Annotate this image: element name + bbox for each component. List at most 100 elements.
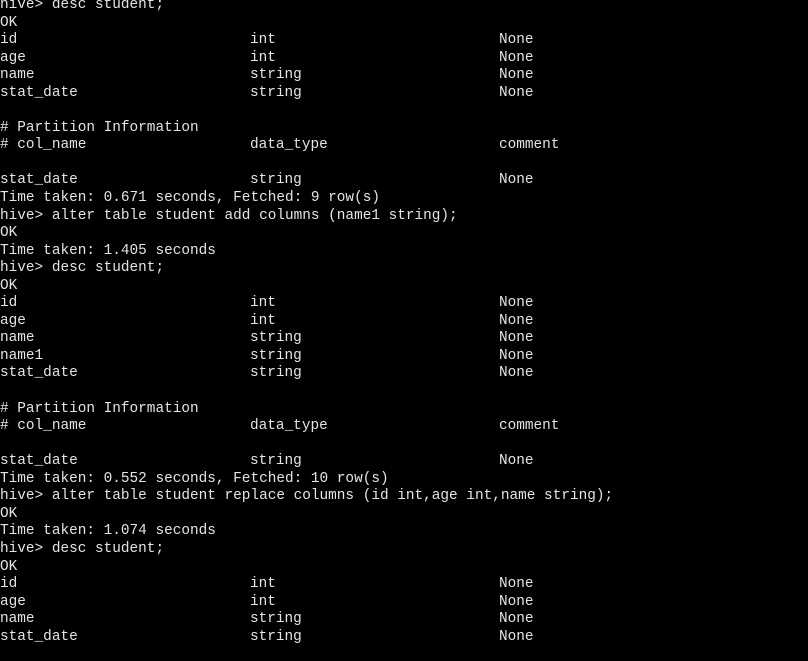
- col-name-cell: age: [0, 312, 26, 329]
- terminal-line: OK: [0, 278, 808, 296]
- terminal-line: id int None: [0, 32, 808, 50]
- terminal-text: Time taken: 0.671 seconds, Fetched: 9 ro…: [0, 190, 380, 207]
- terminal-text: OK: [0, 505, 18, 522]
- terminal-line: # Partition Information: [0, 401, 808, 419]
- comment-cell: None: [499, 32, 534, 49]
- data-type-cell: string: [250, 84, 302, 101]
- data-type-cell: string: [250, 67, 302, 84]
- terminal-line: stat_date string None: [0, 629, 808, 647]
- terminal-line: age int None: [0, 313, 808, 331]
- terminal-line: name1 string None: [0, 348, 808, 366]
- comment-cell: comment: [499, 418, 560, 435]
- col-name-cell: name1: [0, 347, 44, 364]
- terminal-line: age int None: [0, 594, 808, 612]
- terminal-line: # col_name data_type comment: [0, 137, 808, 155]
- data-type-cell: data_type: [250, 137, 328, 154]
- terminal-text: hive> alter table student add columns (n…: [0, 207, 458, 224]
- terminal-text: hive> desc student;: [0, 0, 165, 13]
- terminal-line: name string None: [0, 67, 808, 85]
- data-type-cell: string: [250, 347, 302, 364]
- data-type-cell: data_type: [250, 418, 328, 435]
- comment-cell: None: [499, 84, 534, 101]
- data-type-cell: int: [250, 49, 276, 66]
- terminal-text: # Partition Information: [0, 119, 199, 136]
- col-name-cell: age: [0, 593, 26, 610]
- terminal-line: Time taken: 0.671 seconds, Fetched: 9 ro…: [0, 190, 808, 208]
- terminal-line: # Partition Information: [0, 120, 808, 138]
- terminal-line: stat_date string None: [0, 85, 808, 103]
- col-name-cell: name: [0, 330, 35, 347]
- terminal-line: hive> alter table student replace column…: [0, 488, 808, 506]
- col-name-cell: stat_date: [0, 84, 78, 101]
- terminal-line: OK: [0, 559, 808, 577]
- terminal-line: Time taken: 0.552 seconds, Fetched: 10 r…: [0, 471, 808, 489]
- terminal-text: hive> alter table student replace column…: [0, 488, 614, 505]
- terminal-line: OK: [0, 225, 808, 243]
- terminal-line: hive> desc student;: [0, 541, 808, 559]
- col-name-cell: stat_date: [0, 453, 78, 470]
- terminal-line: # col_name data_type comment: [0, 418, 808, 436]
- comment-cell: None: [499, 295, 534, 312]
- comment-cell: None: [499, 67, 534, 84]
- terminal-line: name string None: [0, 611, 808, 629]
- terminal-text: Time taken: 0.552 seconds, Fetched: 10 r…: [0, 470, 389, 487]
- comment-cell: None: [499, 347, 534, 364]
- terminal-text: OK: [0, 558, 18, 575]
- terminal-line: Time taken: 1.074 seconds: [0, 523, 808, 541]
- terminal-line: Time taken: 1.405 seconds: [0, 243, 808, 261]
- terminal-text: # Partition Information: [0, 400, 199, 417]
- data-type-cell: string: [250, 330, 302, 347]
- col-name-cell: name: [0, 611, 35, 628]
- col-name-cell: # col_name: [0, 418, 87, 435]
- data-type-cell: string: [250, 453, 302, 470]
- terminal-line: name string None: [0, 330, 808, 348]
- comment-cell: None: [499, 453, 534, 470]
- terminal-line: age int None: [0, 50, 808, 68]
- comment-cell: None: [499, 312, 534, 329]
- data-type-cell: int: [250, 32, 276, 49]
- terminal-line: stat_date string None: [0, 365, 808, 383]
- col-name-cell: stat_date: [0, 628, 78, 645]
- comment-cell: None: [499, 49, 534, 66]
- data-type-cell: string: [250, 365, 302, 382]
- comment-cell: None: [499, 611, 534, 628]
- data-type-cell: int: [250, 312, 276, 329]
- col-name-cell: stat_date: [0, 172, 78, 189]
- terminal-text: Time taken: 1.074 seconds: [0, 523, 216, 540]
- terminal-line: id int None: [0, 295, 808, 313]
- col-name-cell: id: [0, 32, 18, 49]
- terminal-line: hive> desc student;: [0, 0, 808, 15]
- terminal-window[interactable]: hive> desc student; OK id int None age int None…: [0, 0, 808, 661]
- terminal-text: Time taken: 1.405 seconds: [0, 242, 216, 259]
- terminal-line: stat_date string None: [0, 172, 808, 190]
- col-name-cell: id: [0, 576, 18, 593]
- data-type-cell: string: [250, 611, 302, 628]
- data-type-cell: string: [250, 172, 302, 189]
- col-name-cell: # col_name: [0, 137, 87, 154]
- data-type-cell: int: [250, 576, 276, 593]
- terminal-screen-buffer[interactable]: hive> desc student; OK id int None age int None…: [0, 0, 808, 661]
- comment-cell: None: [499, 576, 534, 593]
- terminal-line: OK: [0, 506, 808, 524]
- terminal-text: hive> desc student;: [0, 260, 165, 277]
- col-name-cell: age: [0, 49, 26, 66]
- terminal-line: hive> alter table student add columns (n…: [0, 208, 808, 226]
- data-type-cell: string: [250, 628, 302, 645]
- comment-cell: None: [499, 593, 534, 610]
- col-name-cell: id: [0, 295, 18, 312]
- comment-cell: None: [499, 330, 534, 347]
- terminal-line: OK: [0, 15, 808, 33]
- col-name-cell: stat_date: [0, 365, 78, 382]
- terminal-line: stat_date string None: [0, 453, 808, 471]
- terminal-line: id int None: [0, 576, 808, 594]
- terminal-text: OK: [0, 277, 18, 294]
- comment-cell: None: [499, 628, 534, 645]
- col-name-cell: name: [0, 67, 35, 84]
- comment-cell: comment: [499, 137, 560, 154]
- terminal-line: hive> desc student;: [0, 260, 808, 278]
